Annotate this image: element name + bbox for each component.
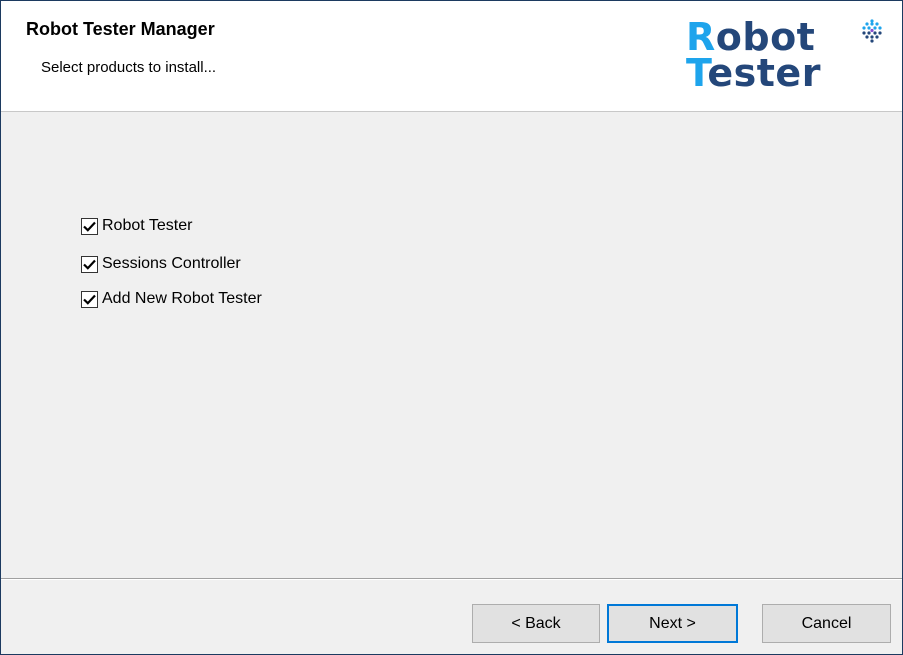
installer-window: Robot Tester Manager Select products to …: [0, 0, 903, 655]
checkmark-icon: [83, 294, 96, 305]
page-subtitle: Select products to install...: [41, 59, 217, 76]
logo-dots-icon: [862, 19, 882, 43]
cancel-button[interactable]: Cancel: [762, 604, 891, 643]
product-checkbox-sessions-controller[interactable]: Sessions Controller: [81, 252, 241, 276]
footer-divider: [1, 578, 902, 580]
back-button[interactable]: < Back: [472, 604, 600, 643]
product-label: Robot Tester: [102, 217, 193, 234]
checkbox[interactable]: [81, 255, 98, 273]
product-label: Add New Robot Tester: [102, 290, 262, 307]
logo-wordmark: Robot Tester: [686, 18, 821, 92]
product-label: Sessions Controller: [102, 255, 241, 272]
checkbox[interactable]: [81, 217, 98, 235]
logo-word-ester: ester: [707, 51, 821, 95]
page-title: Robot Tester Manager: [26, 19, 215, 39]
checkmark-icon: [83, 221, 96, 232]
next-button[interactable]: Next >: [607, 604, 738, 643]
checkbox[interactable]: [81, 290, 98, 308]
logo-letter-t: T: [686, 51, 708, 95]
product-checkbox-add-new-robot-tester[interactable]: Add New Robot Tester: [81, 287, 262, 311]
header-banner: Robot Tester Manager Select products to …: [1, 1, 902, 112]
checkmark-icon: [83, 259, 96, 270]
robot-tester-logo: Robot Tester: [686, 18, 886, 105]
product-selection-panel: Robot Tester Sessions Controller Add New…: [1, 112, 902, 577]
product-checkbox-robot-tester[interactable]: Robot Tester: [81, 214, 192, 238]
